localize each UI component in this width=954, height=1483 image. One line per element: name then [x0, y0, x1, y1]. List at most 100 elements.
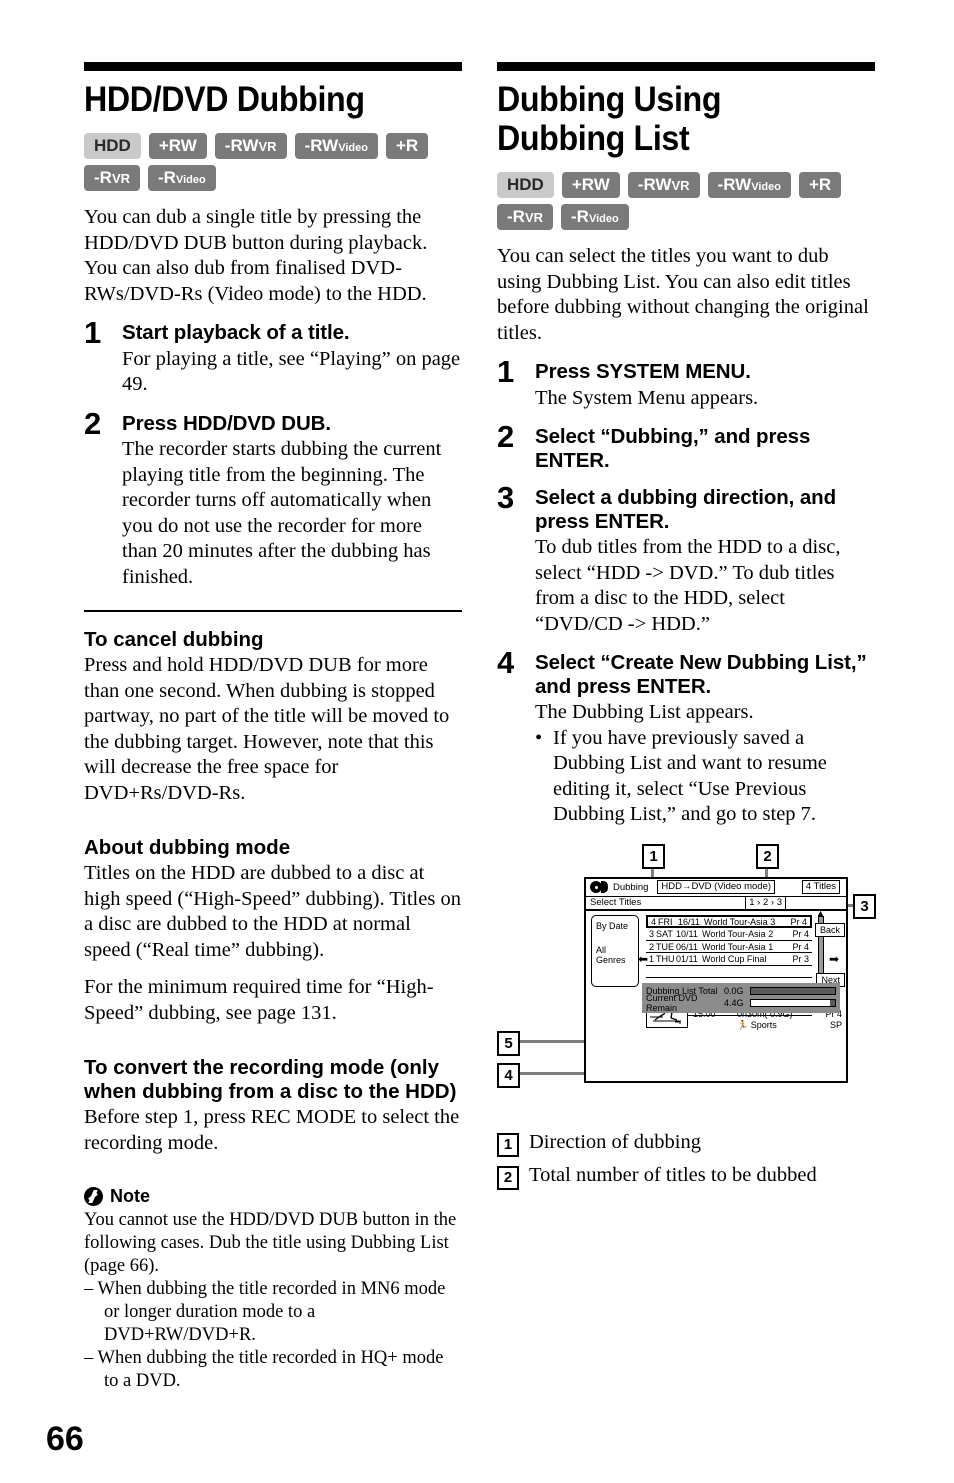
table-row[interactable]: 1 THU 01/11 World Cup Final Pr 3 — [646, 953, 812, 966]
step-number: 1 — [497, 354, 515, 390]
step-1-left: 1 Start playback of a title. For playing… — [84, 317, 462, 398]
badge-plus-rw: +RW — [148, 133, 207, 160]
filter-panel[interactable]: By Date All Genres — [591, 914, 639, 987]
legend-item-2: 2 Total number of titles to be dubbed — [497, 1163, 875, 1190]
step-2-left: 2 Press HDD/DVD DUB. The recorder starts… — [84, 408, 462, 591]
step-number: 2 — [497, 419, 515, 455]
step-body: For playing a title, see “Playing” on pa… — [122, 347, 461, 396]
legend-text: Direction of dubbing — [529, 1130, 701, 1153]
manual-page: HDD/DVD Dubbing HDD +RW -RW VR -RW Video +… — [0, 0, 954, 1483]
row-pr: Pr 4 — [792, 941, 809, 952]
screen-app-label: Dubbing — [613, 881, 649, 893]
step-1-right: 1 Press SYSTEM MENU. The System Menu app… — [497, 356, 875, 411]
section-body-cancel-dubbing: Press and hold HDD/DVD DUB for more than… — [84, 654, 450, 804]
legend-number: 1 — [497, 1132, 519, 1157]
meter-value: 4.4G — [724, 997, 744, 1008]
badge-row: HDD +RW -RW VR -RW Video +R — [497, 172, 875, 199]
badge-plus-r: +R — [386, 133, 429, 160]
note-header: Note — [84, 1186, 462, 1207]
callout-4: 4 — [497, 1062, 520, 1088]
table-row-empty — [646, 966, 812, 979]
row-title: World Tour-Asia 3 — [704, 916, 776, 927]
recorder-screen: Dubbing HDD→DVD (Video mode) 4 Titles Se… — [584, 876, 848, 1083]
step-number: 1 — [84, 315, 102, 351]
badge-minus-rw-video: -RW Video — [707, 172, 791, 199]
badge-plus-rw: +RW — [561, 172, 620, 199]
list-item: If you have previously saved a Dubbing L… — [535, 726, 875, 828]
row-day: THU — [656, 954, 675, 965]
back-button[interactable]: Back — [814, 922, 845, 937]
filter-by-date[interactable]: By Date — [596, 921, 634, 931]
step-heading: Press HDD/DVD DUB. — [122, 411, 331, 435]
badge-row: -R VR -R Video — [84, 165, 462, 192]
meter-bar-remain — [750, 998, 836, 1007]
meter-bar-total — [750, 986, 836, 995]
legend-text: Total number of titles to be dubbed — [529, 1163, 817, 1186]
genre-icon: 🏃 — [737, 1019, 749, 1030]
row-date: 01/11 — [676, 954, 698, 965]
select-titles-label: Select Titles — [590, 897, 642, 909]
screen-main: By Date All Genres 4 FRI 16/11 World Tou… — [586, 908, 846, 1030]
intro-paragraph-left: You can dub a single title by pressing t… — [84, 206, 428, 305]
badge-minus-rw-video: -RW Video — [294, 133, 378, 160]
note-icon — [84, 1187, 103, 1207]
badge-minus-r-vr: -R VR — [497, 204, 554, 231]
screen-subheader: Select Titles 1 › 2 › 3 — [586, 895, 846, 911]
step-body: To dub titles from the HDD to a disc, se… — [535, 536, 841, 635]
note-body: You cannot use the HDD/DVD DUB button in… — [84, 1210, 457, 1277]
legend-item-1: 1 Direction of dubbing — [497, 1130, 875, 1157]
info-genre: 🏃 Sports — [737, 1019, 777, 1030]
badge-hdd: HDD — [84, 133, 141, 160]
row-pr: Pr 3 — [792, 954, 809, 965]
row-date: 10/11 — [676, 929, 698, 940]
note-title: Note — [110, 1186, 150, 1207]
title-rule-right — [497, 62, 875, 71]
step-heading: Select “Create New Dubbing List,” and pr… — [535, 651, 867, 698]
right-arrow-icon: ➡ — [828, 951, 839, 966]
meter-label: Current DVD Remain — [646, 992, 698, 1013]
badge-minus-rw-vr: -RW VR — [214, 133, 287, 160]
step-2-right: 2 Select “Dubbing,” and press ENTER. — [497, 421, 875, 472]
step-heading: Start playback of a title. — [122, 321, 350, 345]
step-3-right: 3 Select a dubbing direction, and press … — [497, 482, 875, 637]
note-item: – When dubbing the title recorded in MN6… — [84, 1279, 446, 1346]
row-day: SAT — [656, 929, 673, 940]
step-number: 4 — [497, 645, 515, 681]
badge-minus-r-video: -R Video — [561, 204, 629, 231]
scroll-up-arrow-icon[interactable]: ▲ — [816, 908, 825, 918]
callout-3: 3 — [853, 893, 876, 919]
row-day: FRI — [658, 916, 673, 927]
dubbing-list-screen-diagram: 1 2 3 5 4 Dubbing HDD→DVD (Video mode) 4… — [497, 843, 876, 1114]
table-row[interactable]: 3 SAT 10/11 World Tour-Asia 2 Pr 4 — [646, 928, 812, 941]
step-body: The recorder starts dubbing the current … — [122, 438, 442, 588]
step-indicator: 1 › 2 › 3 — [745, 895, 786, 910]
table-row[interactable]: 4 FRI 16/11 World Tour-Asia 3 Pr 4 — [646, 914, 812, 929]
row-title: World Cup Final — [702, 954, 767, 965]
badge-minus-rw-vr: -RW VR — [627, 172, 700, 199]
legend-number: 2 — [497, 1165, 519, 1190]
row-pr: Pr 4 — [790, 916, 807, 927]
step-heading: Press SYSTEM MENU. — [535, 360, 751, 384]
step-heading: Select a dubbing direction, and press EN… — [535, 486, 837, 533]
media-badges-left: HDD +RW -RW VR -RW Video +R -R VR -R Video — [84, 133, 462, 192]
badge-row: -R VR -R Video — [497, 204, 875, 231]
diagram-legend: 1 Direction of dubbing 2 Total number of… — [497, 1130, 875, 1190]
filter-all-genres[interactable]: All Genres — [596, 945, 634, 965]
row-day: TUE — [656, 941, 674, 952]
meter-row: Current DVD Remain 4.4G — [646, 993, 836, 1013]
capacity-meters: Dubbing List Total 0.0G Current DVD Rema… — [642, 982, 840, 1013]
row-number: 1 — [649, 954, 655, 965]
screen-titlebar: Dubbing HDD→DVD (Video mode) 4 Titles — [586, 879, 846, 896]
badge-minus-r-vr: -R VR — [84, 165, 141, 192]
left-column: HDD/DVD Dubbing HDD +RW -RW VR -RW Video +… — [84, 62, 462, 1393]
row-number: 4 — [651, 916, 657, 927]
step-number: 3 — [497, 480, 515, 516]
left-arrow-icon: ⬅ — [638, 951, 649, 966]
table-row[interactable]: 2 TUE 06/11 World Tour-Asia 1 Pr 4 — [646, 941, 812, 954]
step-body: The System Menu appears. — [535, 386, 759, 409]
dubbing-direction-field[interactable]: HDD→DVD (Video mode) — [657, 880, 776, 895]
step-bullet-list: If you have previously saved a Dubbing L… — [535, 726, 875, 828]
row-number: 3 — [649, 929, 655, 940]
intro-paragraph-right: You can select the titles you want to du… — [497, 245, 869, 344]
